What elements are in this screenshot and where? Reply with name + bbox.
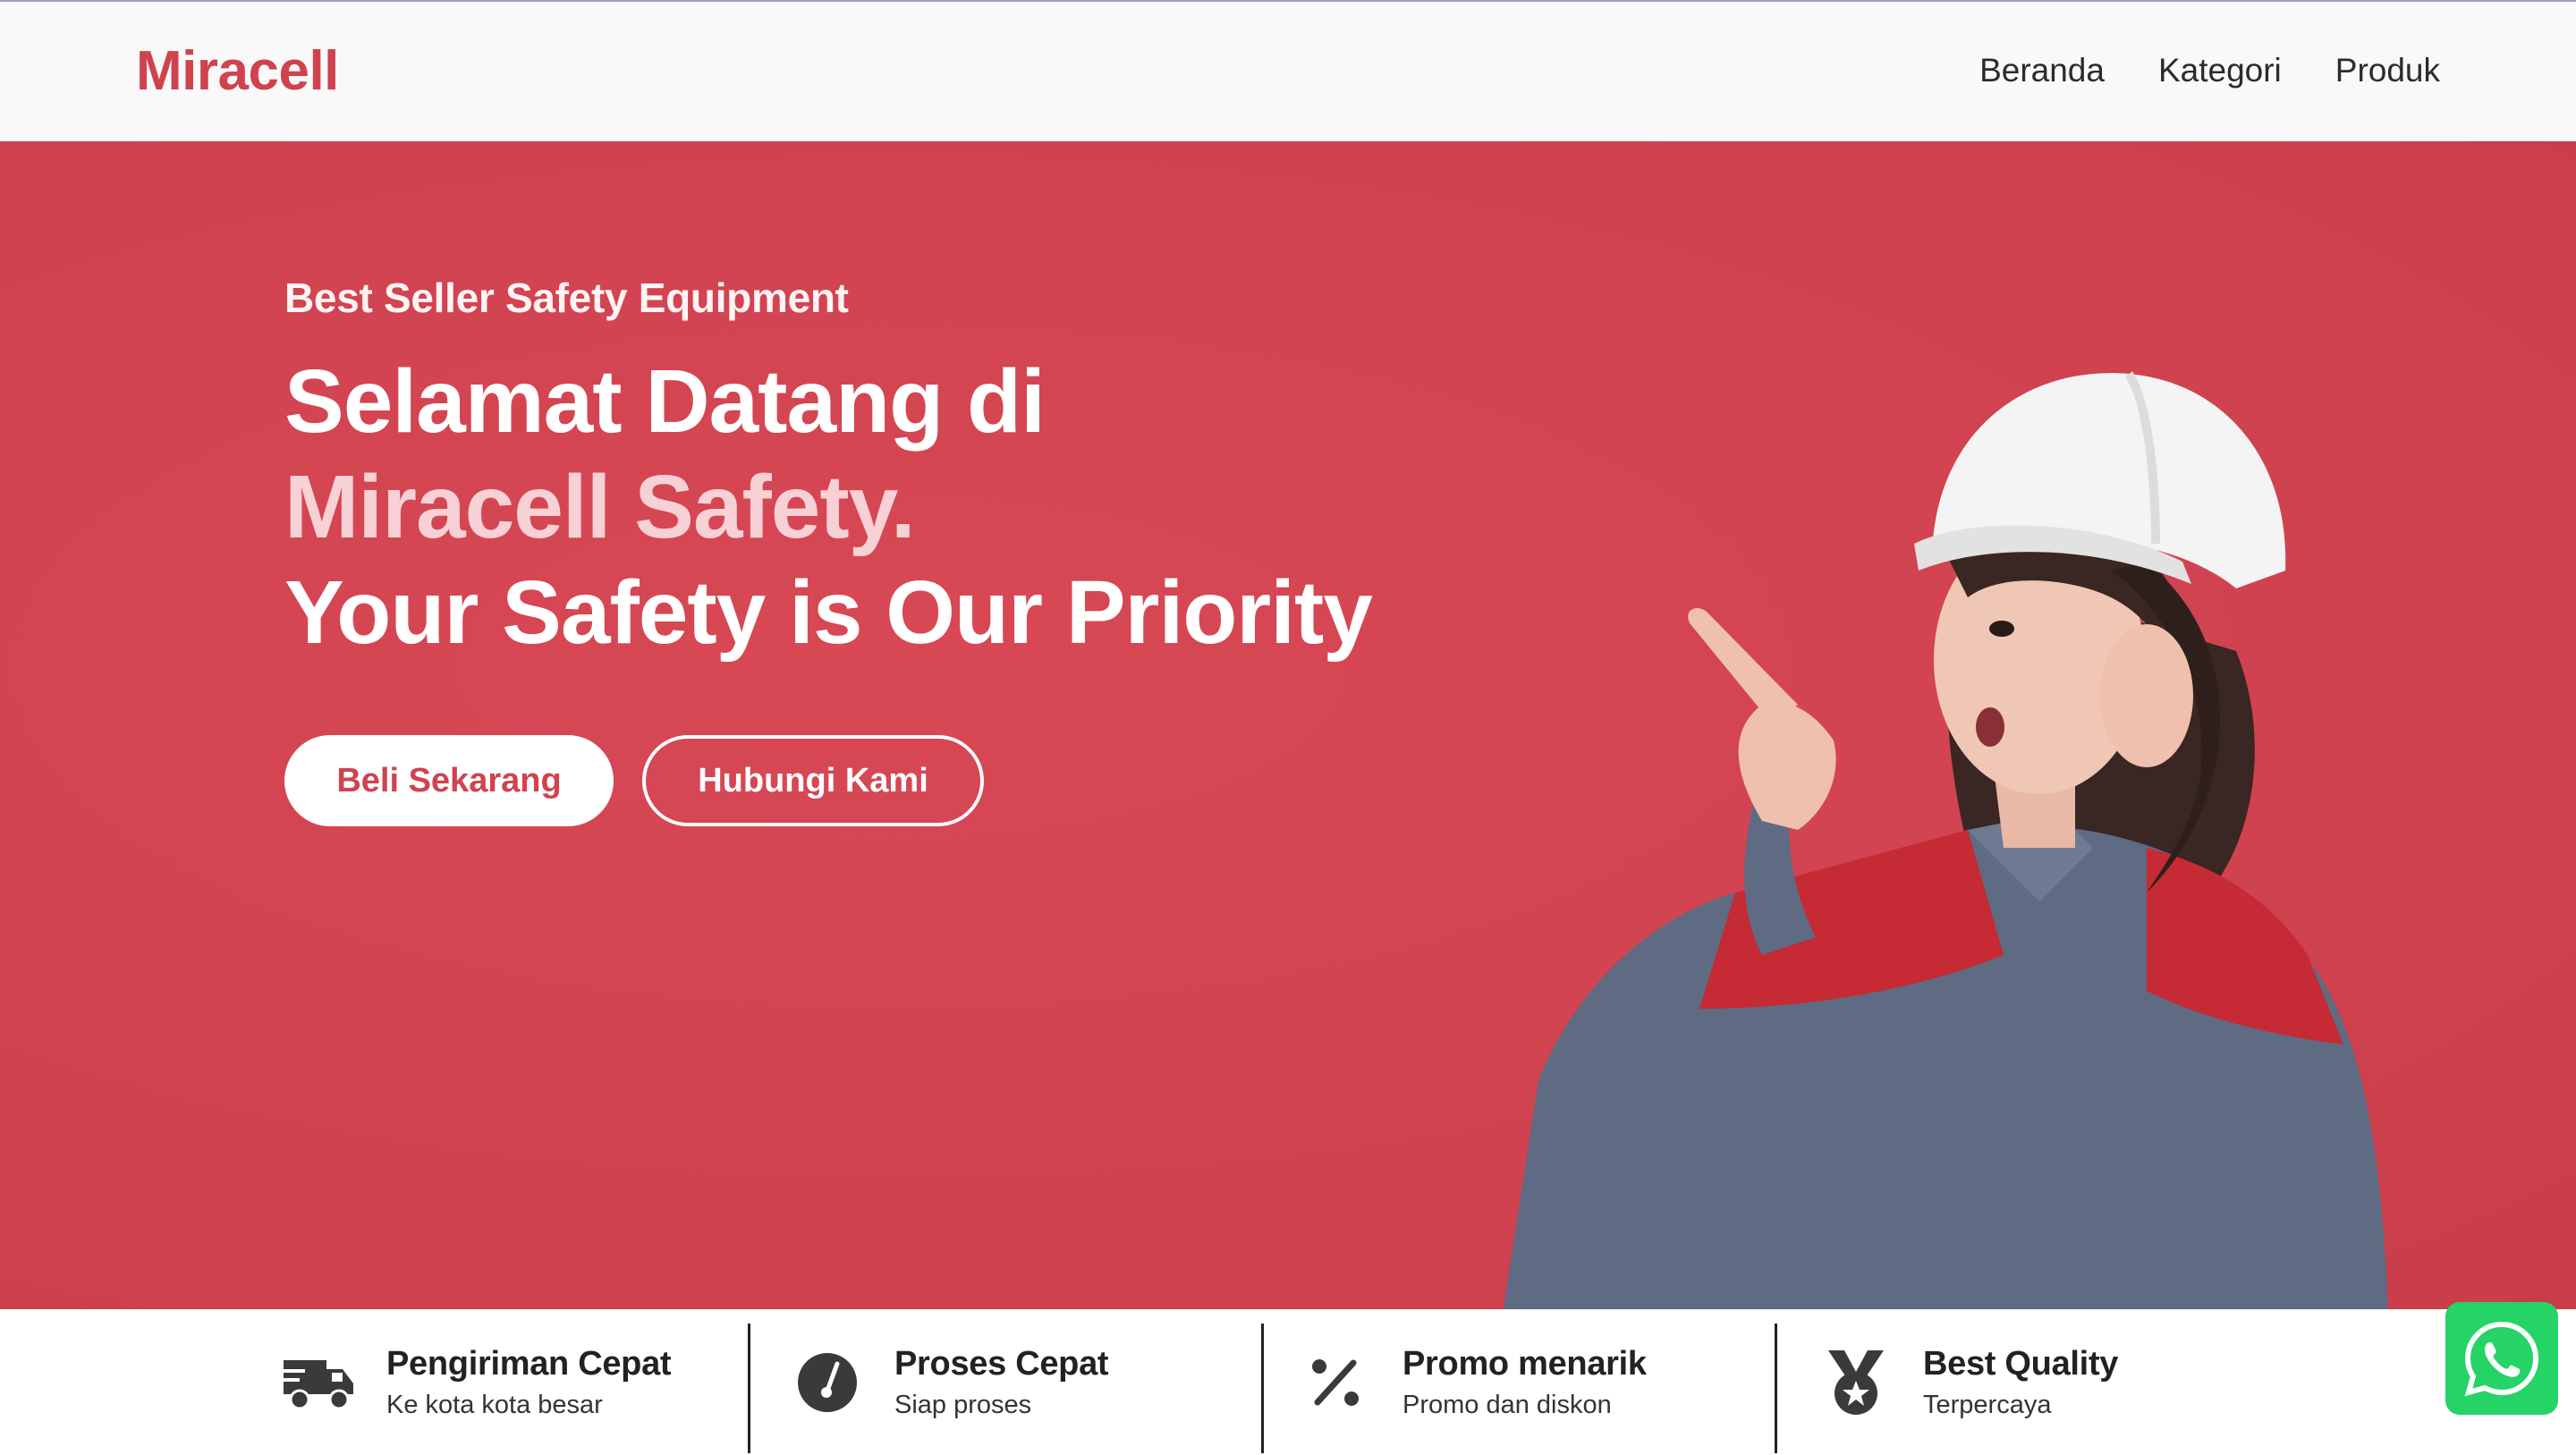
headline-accent: Miracell Safety.: [284, 457, 916, 557]
navbar: Miracell Beranda Kategori Produk: [0, 2, 2576, 141]
hero-worker-illustration: [1503, 371, 2388, 1309]
truck-icon: [279, 1342, 360, 1423]
feature-divider: [748, 1324, 750, 1453]
buy-now-button[interactable]: Beli Sekarang: [284, 735, 614, 826]
nav-link-produk[interactable]: Produk: [2335, 52, 2440, 89]
feature-title: Pengiriman Cepat: [386, 1344, 672, 1383]
feature-subtitle: Ke kota kota besar: [386, 1390, 603, 1419]
whatsapp-button[interactable]: [2445, 1302, 2558, 1415]
headline-line-1: Selamat Datang di: [284, 351, 1046, 452]
nav-link-beranda[interactable]: Beranda: [1979, 52, 2105, 89]
feature-process: Proses Cepat Siap proses: [787, 1309, 1109, 1455]
hero-eyebrow: Best Seller Safety Equipment: [284, 275, 849, 321]
feature-title: Best Quality: [1923, 1344, 2119, 1383]
headline-line-3: Your Safety is Our Priority: [284, 563, 1373, 663]
feature-subtitle: Siap proses: [894, 1390, 1032, 1419]
feature-quality: Best Quality Terpercaya: [1816, 1309, 2118, 1455]
gauge-icon: [787, 1342, 868, 1423]
main-nav: Beranda Kategori Produk: [1979, 52, 2440, 89]
hero-banner: Best Seller Safety Equipment Selamat Dat…: [0, 141, 2576, 1309]
feature-title: Promo menarik: [1402, 1344, 1647, 1383]
feature-promo: Promo menarik Promo dan diskon: [1295, 1309, 1647, 1455]
percent-icon: [1295, 1342, 1376, 1423]
feature-subtitle: Terpercaya: [1923, 1390, 2052, 1419]
feature-divider: [1261, 1324, 1264, 1453]
feature-divider: [1775, 1324, 1777, 1453]
features-bar: Pengiriman Cepat Ke kota kota besar Pros…: [0, 1309, 2576, 1455]
brand-logo[interactable]: Miracell: [136, 39, 339, 103]
feature-shipping: Pengiriman Cepat Ke kota kota besar: [279, 1309, 672, 1455]
medal-icon: [1816, 1342, 1896, 1423]
hero-headline: Selamat Datang di Miracell Safety. Your …: [284, 349, 1537, 665]
feature-title: Proses Cepat: [894, 1344, 1109, 1383]
nav-link-kategori[interactable]: Kategori: [2158, 52, 2282, 89]
contact-us-button[interactable]: Hubungi Kami: [642, 735, 984, 826]
feature-subtitle: Promo dan diskon: [1402, 1390, 1612, 1419]
whatsapp-icon: [2464, 1321, 2539, 1397]
